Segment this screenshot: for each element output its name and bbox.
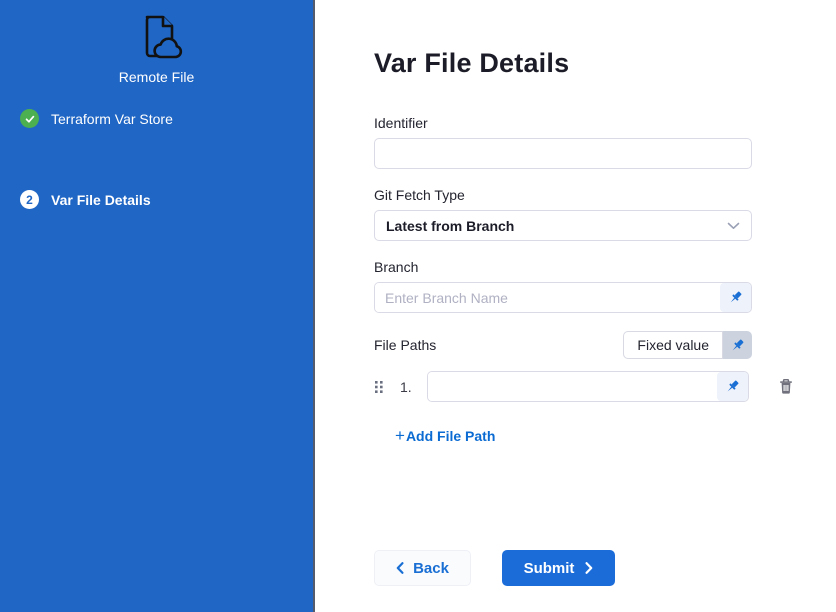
step-number-badge: 2 bbox=[20, 190, 39, 209]
file-path-row-index: 1. bbox=[400, 379, 415, 395]
git-fetch-type-select[interactable]: Latest from Branch bbox=[374, 210, 752, 241]
git-fetch-type-value: Latest from Branch bbox=[386, 218, 514, 234]
plus-icon: + bbox=[395, 429, 405, 443]
sidebar-step-var-file-details[interactable]: 2 Var File Details bbox=[0, 190, 313, 209]
identifier-input[interactable] bbox=[374, 138, 752, 169]
submit-button-label: Submit bbox=[524, 560, 575, 577]
delete-file-path-button[interactable] bbox=[778, 378, 794, 395]
chevron-down-icon bbox=[727, 222, 740, 230]
fixed-value-button[interactable]: Fixed value bbox=[623, 331, 723, 359]
drag-handle-icon[interactable] bbox=[374, 380, 384, 394]
file-cloud-icon bbox=[131, 12, 183, 66]
trash-icon bbox=[778, 378, 794, 395]
file-path-pin-button[interactable] bbox=[717, 372, 748, 401]
file-paths-pin-button[interactable] bbox=[723, 331, 752, 359]
file-paths-type-control: Fixed value bbox=[623, 331, 752, 359]
branch-label: Branch bbox=[374, 259, 752, 275]
file-paths-label: File Paths bbox=[374, 337, 436, 353]
wizard-sidebar: Remote File Terraform Var Store 2 Var Fi… bbox=[0, 0, 315, 612]
git-fetch-type-field-group: Git Fetch Type Latest from Branch bbox=[374, 187, 752, 241]
file-path-row: 1. bbox=[374, 371, 836, 402]
pin-icon bbox=[728, 290, 743, 305]
identifier-field-group: Identifier bbox=[374, 115, 752, 169]
check-icon bbox=[20, 109, 39, 128]
identifier-label: Identifier bbox=[374, 115, 752, 131]
file-path-input-group bbox=[427, 371, 749, 402]
chevron-right-icon bbox=[585, 562, 593, 574]
file-path-input[interactable] bbox=[428, 372, 717, 401]
pin-icon bbox=[730, 338, 745, 353]
sidebar-step-terraform-var-store[interactable]: Terraform Var Store bbox=[0, 109, 313, 128]
footer-actions: Back Submit bbox=[374, 550, 836, 586]
branch-pin-button[interactable] bbox=[720, 283, 751, 312]
sidebar-step-label: Terraform Var Store bbox=[51, 111, 173, 127]
sidebar-step-label: Var File Details bbox=[51, 192, 151, 208]
back-button-label: Back bbox=[413, 560, 449, 577]
file-paths-header: File Paths Fixed value bbox=[374, 331, 752, 359]
submit-button[interactable]: Submit bbox=[502, 550, 615, 586]
page-title: Var File Details bbox=[374, 48, 836, 79]
branch-field-group: Branch bbox=[374, 259, 752, 313]
branch-input[interactable] bbox=[375, 283, 720, 312]
store-label: Remote File bbox=[0, 69, 313, 85]
add-file-path-button[interactable]: + Add File Path bbox=[395, 428, 495, 444]
chevron-left-icon bbox=[396, 562, 404, 574]
back-button[interactable]: Back bbox=[374, 550, 471, 586]
git-fetch-type-label: Git Fetch Type bbox=[374, 187, 752, 203]
branch-input-group bbox=[374, 282, 752, 313]
pin-icon bbox=[725, 379, 740, 394]
var-file-details-panel: Var File Details Identifier Git Fetch Ty… bbox=[315, 0, 836, 612]
add-file-path-label: Add File Path bbox=[406, 428, 495, 444]
store-summary: Remote File bbox=[0, 12, 313, 85]
